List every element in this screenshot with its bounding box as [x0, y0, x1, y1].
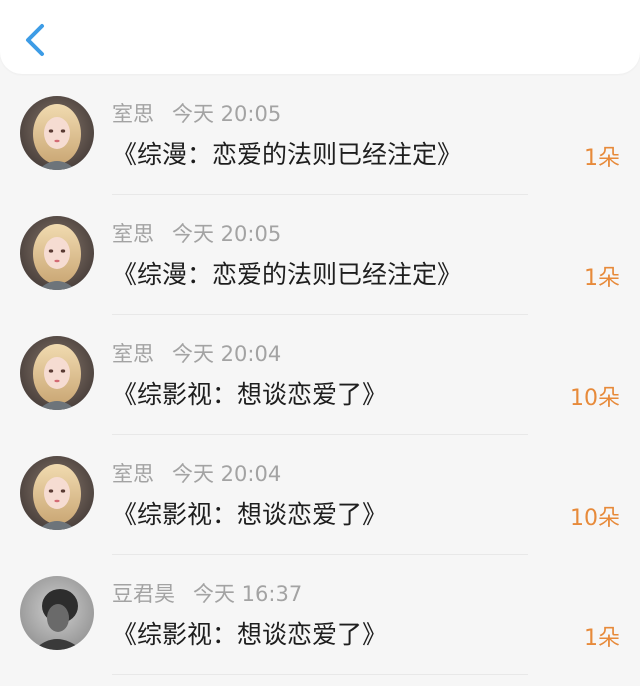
- sender-name[interactable]: 室思: [112, 462, 154, 486]
- sender-name[interactable]: 室思: [112, 102, 154, 126]
- sender-name[interactable]: 豆君昊: [112, 582, 175, 606]
- list-item[interactable]: 室思 今天 20:05 《综漫：恋爱的法则已经注定》 1朵: [0, 78, 640, 198]
- divider: [112, 434, 528, 435]
- girl-avatar-icon: [20, 456, 94, 530]
- girl-avatar-icon: [20, 96, 94, 170]
- record-meta: 室思 今天 20:04: [112, 458, 281, 488]
- timestamp: 今天 20:04: [172, 462, 282, 486]
- chevron-left-icon: [26, 24, 44, 56]
- book-title[interactable]: 《综漫：恋爱的法则已经注定》: [112, 135, 462, 171]
- gift-amount: 1朵: [584, 626, 620, 651]
- sender-name[interactable]: 室思: [112, 222, 154, 246]
- book-title[interactable]: 《综影视：想谈恋爱了》: [112, 495, 387, 531]
- avatar[interactable]: [20, 576, 94, 650]
- list-item[interactable]: 室思 今天 20:05 《综漫：恋爱的法则已经注定》 1朵: [0, 198, 640, 318]
- top-bar: [0, 0, 640, 74]
- girl-avatar-icon: [20, 216, 94, 290]
- divider: [112, 314, 528, 315]
- book-title[interactable]: 《综漫：恋爱的法则已经注定》: [112, 255, 462, 291]
- back-button[interactable]: [18, 20, 52, 60]
- divider: [112, 554, 528, 555]
- avatar[interactable]: [20, 456, 94, 530]
- timestamp: 今天 16:37: [193, 582, 303, 606]
- timestamp: 今天 20:05: [172, 222, 282, 246]
- timestamp: 今天 20:05: [172, 102, 282, 126]
- gift-amount: 10朵: [570, 386, 620, 411]
- record-meta: 室思 今天 20:05: [112, 98, 281, 128]
- record-meta: 豆君昊 今天 16:37: [112, 578, 302, 608]
- list-item[interactable]: 室思 今天 20:04 《综影视：想谈恋爱了》 10朵: [0, 438, 640, 558]
- sender-name[interactable]: 室思: [112, 342, 154, 366]
- gift-amount: 10朵: [570, 506, 620, 531]
- girl-avatar-icon: [20, 336, 94, 410]
- divider: [112, 194, 528, 195]
- avatar[interactable]: [20, 216, 94, 290]
- record-meta: 室思 今天 20:05: [112, 218, 281, 248]
- gift-amount: 1朵: [584, 146, 620, 171]
- boy-avatar-icon: [20, 576, 94, 650]
- divider: [112, 674, 528, 675]
- book-title[interactable]: 《综影视：想谈恋爱了》: [112, 375, 387, 411]
- timestamp: 今天 20:04: [172, 342, 282, 366]
- list-item[interactable]: 豆君昊 今天 16:37 《综影视：想谈恋爱了》 1朵: [0, 558, 640, 678]
- book-title[interactable]: 《综影视：想谈恋爱了》: [112, 615, 387, 651]
- gift-amount: 1朵: [584, 266, 620, 291]
- record-meta: 室思 今天 20:04: [112, 338, 281, 368]
- avatar[interactable]: [20, 336, 94, 410]
- list-item[interactable]: 室思 今天 20:04 《综影视：想谈恋爱了》 10朵: [0, 318, 640, 438]
- gift-record-list: 室思 今天 20:05 《综漫：恋爱的法则已经注定》 1朵 室思 今天 20:05 …: [0, 78, 640, 678]
- avatar[interactable]: [20, 96, 94, 170]
